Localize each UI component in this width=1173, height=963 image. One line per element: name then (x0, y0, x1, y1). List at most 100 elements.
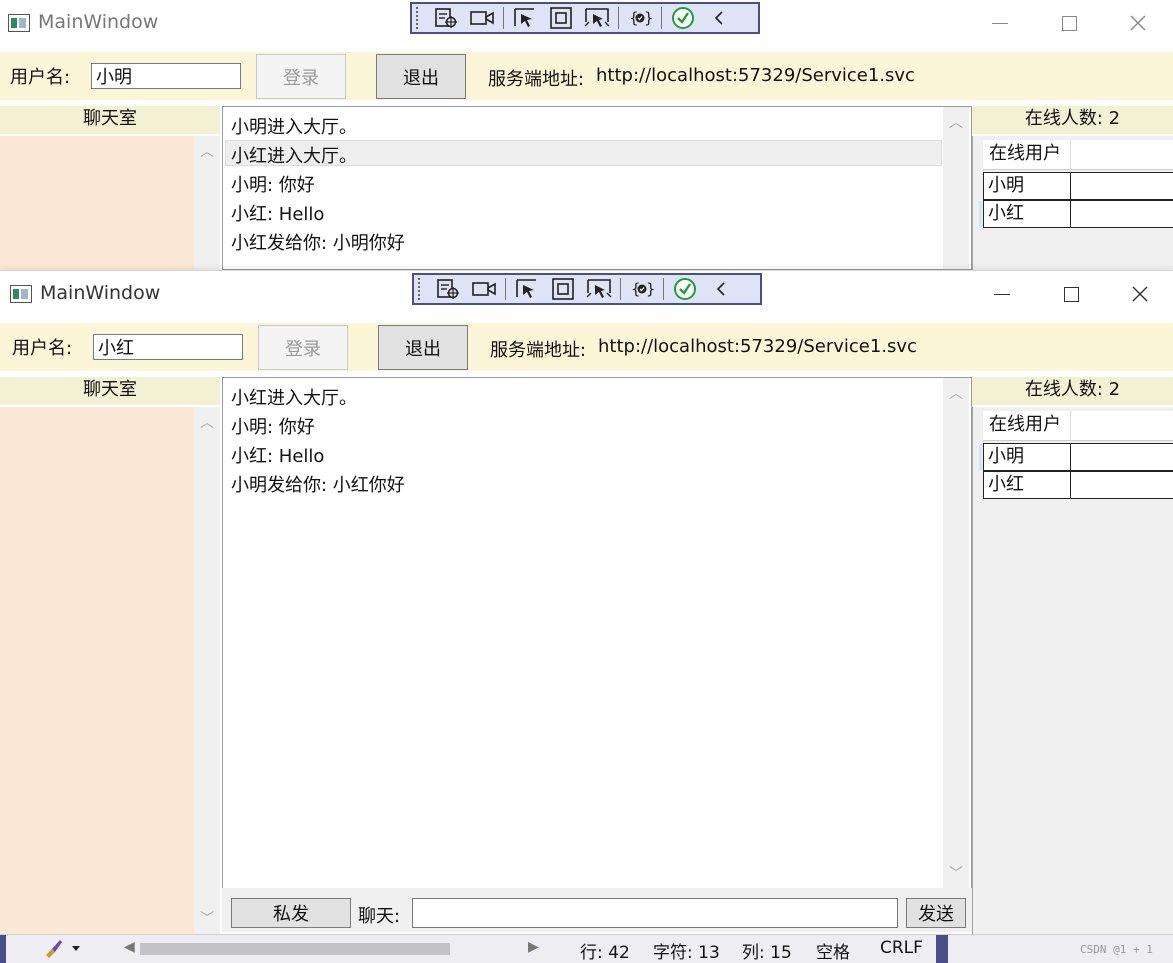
message-item[interactable]: 小明: 你好 (231, 413, 315, 439)
toolbar-grip[interactable] (418, 278, 424, 300)
maximize-button[interactable] (1034, 4, 1104, 42)
scroll-up-icon[interactable]: ︿ (194, 413, 220, 433)
scroll-up-icon[interactable]: ︿ (943, 384, 969, 404)
send-bar: 私发 聊天: 发送 (222, 888, 972, 932)
scroll-down-icon[interactable]: ﹀ (943, 864, 969, 884)
toolbar-grip[interactable] (416, 7, 422, 29)
svg-text:}: } (646, 280, 654, 298)
scroll-up-icon[interactable]: ︿ (194, 142, 220, 162)
online-users-grid[interactable]: 在线用户 小明 小红 (972, 407, 1173, 934)
collapse-chevron-icon[interactable] (701, 5, 737, 31)
online-count-value: 2 (1108, 108, 1121, 129)
hot-reload-ok-icon[interactable] (665, 5, 701, 31)
display-layout-icon[interactable] (543, 5, 579, 31)
logout-button[interactable]: 退出 (378, 325, 468, 370)
message-item[interactable]: 小明: 你好 (231, 171, 315, 197)
minimize-button[interactable] (967, 275, 1037, 313)
minimize-icon (992, 22, 1008, 24)
message-item[interactable]: 小明发给你: 小红你好 (231, 471, 405, 497)
title-bar[interactable]: MainWindow {} (0, 0, 1173, 46)
username-input[interactable] (91, 63, 241, 89)
svg-text:}: } (644, 9, 652, 27)
track-element-icon[interactable] (581, 276, 617, 302)
editor-status-bar: ◀ ▶ 行: 42 字符: 13 列: 15 空格 CRLF CSDN @1 +… (0, 934, 1173, 963)
send-button[interactable]: 发送 (906, 898, 966, 928)
chat-scrollbar[interactable]: ︿ ﹀ (943, 378, 969, 888)
chat-label: 聊天: (358, 906, 401, 927)
scroll-right-icon[interactable]: ▶ (528, 939, 539, 955)
select-element-icon[interactable] (430, 276, 466, 302)
rooms-header: 聊天室 (0, 377, 220, 405)
maximize-button[interactable] (1036, 275, 1106, 313)
window-title: MainWindow (40, 282, 161, 304)
rooms-scrollbar[interactable]: ︿ ﹀ (194, 407, 220, 934)
message-item[interactable]: 小红发给你: 小明你好 (231, 229, 405, 255)
message-item[interactable]: 小明进入大厅。 (231, 113, 357, 139)
chat-scrollbar[interactable]: ︿ (943, 107, 969, 269)
status-line[interactable]: 行: 42 (580, 938, 630, 963)
private-send-button[interactable]: 私发 (231, 898, 351, 928)
binding-failures-icon[interactable]: {} (622, 5, 658, 31)
column-header-online-user[interactable]: 在线用户 (983, 140, 1071, 170)
message-item[interactable]: 小红: Hello (231, 200, 324, 226)
online-count-value: 2 (1108, 379, 1121, 400)
server-url: http://localhost:57329/Service1.svc (596, 65, 915, 86)
close-button[interactable] (1105, 275, 1173, 313)
login-button[interactable]: 登录 (256, 54, 346, 99)
display-layout-icon[interactable] (545, 276, 581, 302)
collapse-chevron-icon[interactable] (703, 276, 739, 302)
login-bar: 用户名: 登录 退出 服务端地址: http://localhost:57329… (0, 52, 1173, 100)
online-count-label: 在线人数: (1024, 108, 1103, 129)
logout-button[interactable]: 退出 (376, 54, 466, 99)
message-item[interactable]: 小红进入大厅。 (231, 384, 357, 410)
select-element-icon[interactable] (428, 5, 464, 31)
username-input[interactable] (93, 334, 243, 360)
record-video-icon[interactable] (464, 5, 500, 31)
title-bar[interactable]: MainWindow {} (0, 271, 1173, 317)
login-button[interactable]: 登录 (258, 325, 348, 370)
rooms-scrollbar[interactable]: ︿ (194, 136, 220, 270)
rooms-header: 聊天室 (0, 106, 220, 134)
minimize-button[interactable] (965, 4, 1035, 42)
status-eol[interactable]: CRLF (880, 938, 923, 958)
application-icon (8, 14, 30, 32)
main-window-xiaoming: MainWindow {} 用户名: 登录 退出 服务端地址: http://l… (0, 0, 1173, 270)
hot-reload-ok-icon[interactable] (667, 276, 703, 302)
scroll-up-icon[interactable]: ︿ (943, 113, 969, 133)
status-col[interactable]: 列: 15 (742, 938, 792, 963)
xaml-debug-toolbar: {} (410, 2, 760, 34)
online-user-cell[interactable]: 小红 (983, 471, 1070, 499)
online-users-grid[interactable]: 在线用户 小明 小红 (972, 136, 1173, 270)
online-user-cell[interactable]: 小红 (983, 200, 1070, 228)
online-count: 在线人数: 2 (972, 106, 1173, 134)
minimize-icon (994, 293, 1010, 295)
track-element-icon[interactable] (579, 5, 615, 31)
binding-failures-icon[interactable]: {} (624, 276, 660, 302)
watermark: CSDN @1 + 1 (1080, 943, 1153, 956)
message-item[interactable]: 小红: Hello (231, 442, 324, 468)
username-label: 用户名: (10, 67, 71, 88)
rooms-list[interactable]: ︿ (0, 136, 220, 270)
pointer-select-icon[interactable] (507, 5, 543, 31)
application-icon (10, 285, 32, 303)
pointer-select-icon[interactable] (509, 276, 545, 302)
maximize-icon (1063, 286, 1079, 302)
online-user-cell[interactable]: 小明 (983, 443, 1070, 471)
horizontal-scrollbar[interactable] (140, 943, 450, 955)
scroll-left-icon[interactable]: ◀ (124, 939, 135, 955)
xaml-debug-toolbar: {} (412, 273, 762, 305)
brush-icon[interactable] (42, 937, 82, 963)
chat-messages[interactable]: 小红进入大厅。 小明: 你好 小红: Hello 小明发给你: 小红你好 ︿ ﹀ (222, 377, 972, 889)
message-item[interactable]: 小红进入大厅。 (231, 142, 357, 168)
scroll-down-icon[interactable]: ﹀ (194, 909, 220, 929)
online-user-cell[interactable]: 小明 (983, 172, 1070, 200)
rooms-list[interactable]: ︿ ﹀ (0, 407, 220, 934)
status-char[interactable]: 字符: 13 (653, 938, 720, 963)
status-indent[interactable]: 空格 (816, 938, 850, 963)
chat-messages[interactable]: 小明进入大厅。 小红进入大厅。 小明: 你好 小红: Hello 小红发给你: … (222, 106, 972, 270)
column-header-online-user[interactable]: 在线用户 (983, 411, 1071, 441)
close-button[interactable] (1103, 4, 1173, 42)
record-video-icon[interactable] (466, 276, 502, 302)
chat-input[interactable] (412, 898, 898, 928)
server-address-label: 服务端地址: (490, 340, 587, 361)
